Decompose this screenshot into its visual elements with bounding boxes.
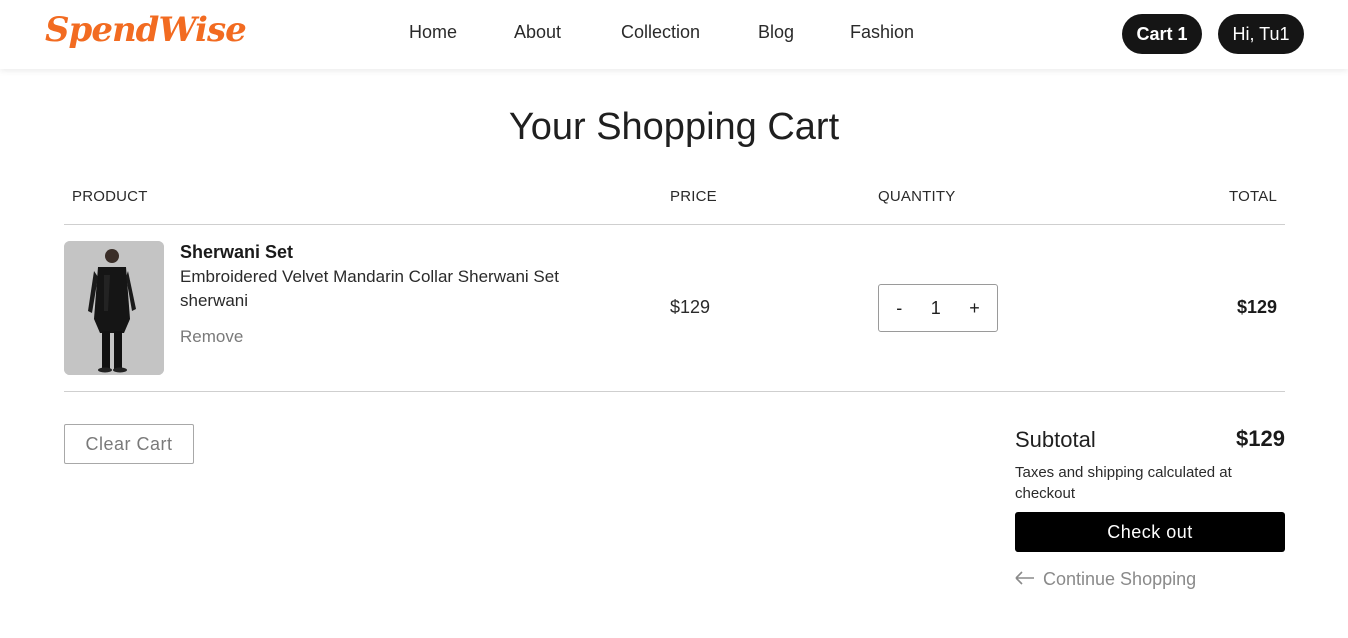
page-title: Your Shopping Cart — [508, 106, 840, 148]
tax-note: Taxes and shipping calculated at checkou… — [1015, 464, 1232, 502]
nav-blog[interactable]: Blog — [758, 22, 794, 43]
continue-shopping-label: Continue Shopping — [1043, 569, 1197, 589]
arrow-left-icon — [1015, 569, 1035, 590]
user-menu-button[interactable]: Hi, Tu1 — [1218, 14, 1304, 54]
decrement-button[interactable]: - — [890, 298, 908, 319]
product-image[interactable] — [64, 241, 164, 375]
table-divider-top — [64, 224, 1285, 225]
product-description: Embroidered Velvet Mandarin Collar Sherw… — [180, 267, 559, 286]
remove-item-link[interactable]: Remove — [180, 327, 243, 347]
subtotal-value: $129 — [1236, 426, 1285, 451]
quantity-stepper: - 1 + — [878, 284, 998, 332]
clear-cart-button[interactable]: Clear Cart — [64, 424, 194, 464]
table-divider-bottom — [64, 391, 1285, 392]
product-name[interactable]: Sherwani Set — [180, 242, 293, 263]
row-total: $129 — [1236, 297, 1277, 317]
column-header-product: PRODUCT — [72, 188, 148, 205]
checkout-button[interactable]: Check out — [1015, 512, 1285, 552]
column-header-quantity: QUANTITY — [878, 188, 956, 205]
site-header: SpendWise Home About Collection Blog Fas… — [0, 0, 1348, 69]
cart-button[interactable]: Cart 1 — [1122, 14, 1202, 54]
product-price: $129 — [670, 297, 711, 317]
nav-home[interactable]: Home — [409, 22, 457, 43]
continue-shopping-link[interactable]: Continue Shopping — [1015, 569, 1196, 590]
column-header-total: TOTAL — [1229, 188, 1277, 205]
quantity-value: 1 — [930, 297, 941, 318]
product-category: sherwani — [180, 291, 249, 310]
column-header-price: PRICE — [670, 188, 717, 205]
nav-collection[interactable]: Collection — [621, 22, 700, 43]
nav-about[interactable]: About — [514, 22, 561, 43]
subtotal-label: Subtotal — [1015, 427, 1096, 452]
increment-button[interactable]: + — [963, 298, 986, 319]
nav-fashion[interactable]: Fashion — [850, 22, 914, 43]
